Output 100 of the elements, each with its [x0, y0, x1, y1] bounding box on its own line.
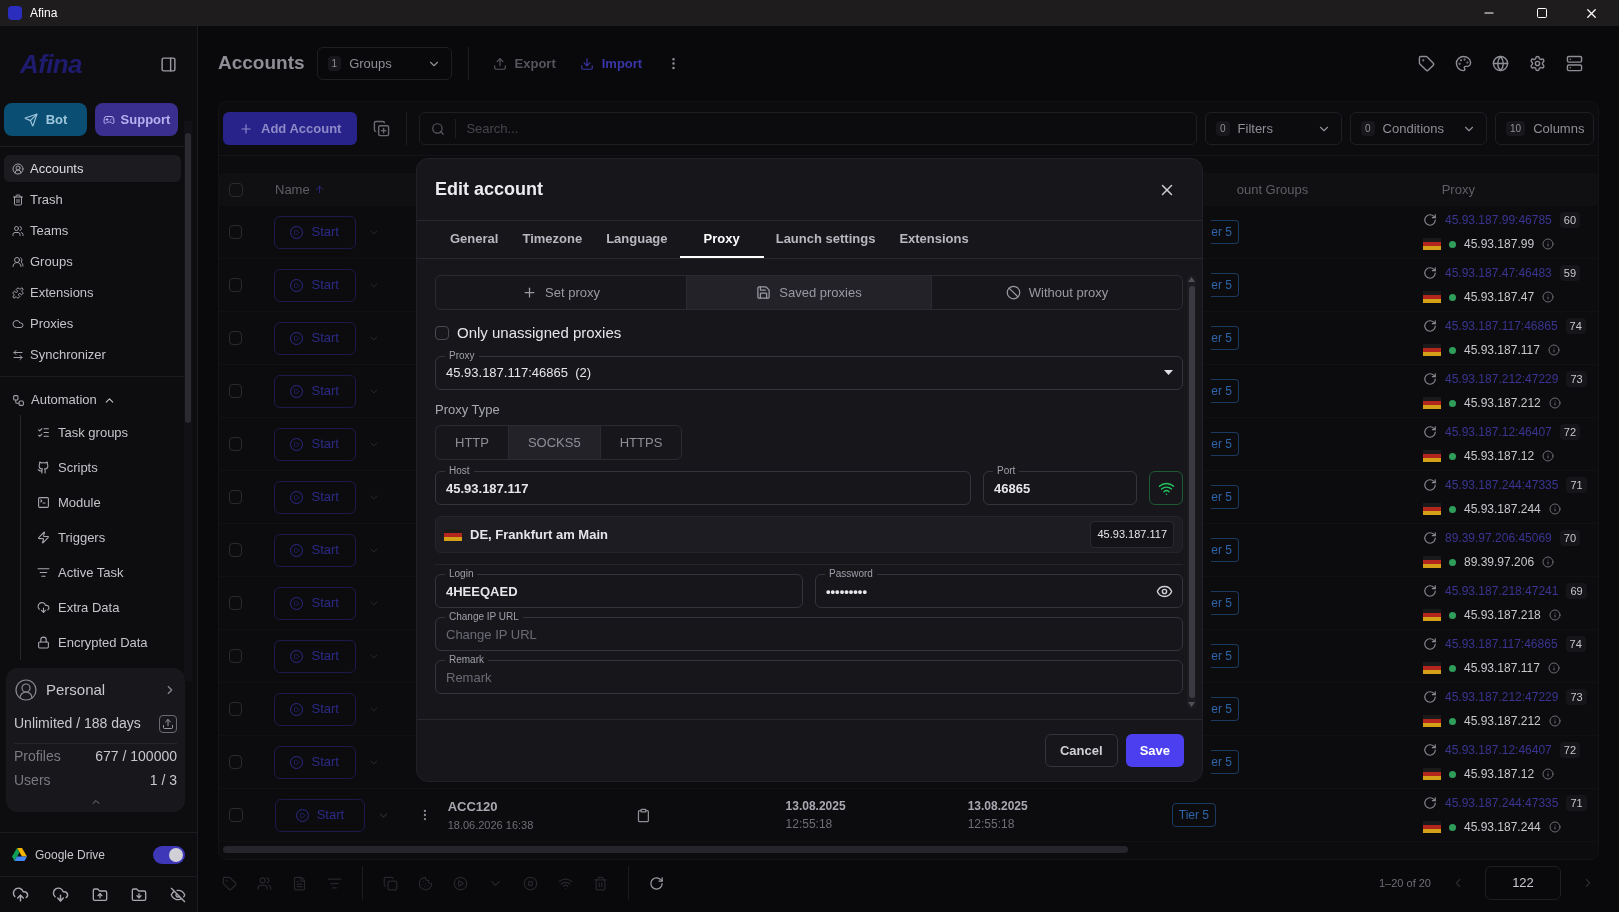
filter-select[interactable]: 0 Conditions [1350, 112, 1487, 145]
info-icon[interactable] [1548, 715, 1561, 727]
filter-select[interactable]: 0 Filters [1205, 112, 1342, 145]
proxy-type-option[interactable]: HTTP [436, 426, 508, 459]
column-header[interactable]: ount Groups [1236, 179, 1442, 200]
nav-item[interactable]: Proxies [4, 310, 181, 337]
checkbox[interactable] [229, 331, 242, 345]
info-icon[interactable] [1542, 291, 1555, 303]
scroll-down-icon[interactable] [1188, 702, 1195, 707]
nav-item[interactable]: Extensions [4, 279, 181, 306]
checkbox[interactable] [229, 225, 242, 239]
palette-icon[interactable] [1455, 55, 1472, 72]
refresh-icon[interactable] [1423, 690, 1437, 704]
refresh-icon[interactable] [1423, 478, 1437, 492]
only-unassigned-checkbox[interactable]: Only unassigned proxies [435, 322, 622, 345]
dialog-tab[interactable]: Launch settings [763, 221, 888, 258]
drive-toggle[interactable] [153, 845, 185, 864]
refresh-icon[interactable] [1423, 425, 1437, 439]
nav-item[interactable]: Task groups [37, 415, 185, 450]
globe-icon[interactable] [1492, 55, 1509, 72]
refresh-icon[interactable] [1423, 372, 1437, 386]
support-button[interactable]: Support [95, 103, 178, 136]
checkbox[interactable] [229, 808, 243, 822]
checkbox[interactable] [229, 702, 242, 716]
proxy-mode-tab[interactable]: Set proxy [436, 276, 686, 309]
refresh-icon[interactable] [1423, 743, 1437, 757]
cancel-button[interactable]: Cancel [1045, 734, 1118, 767]
checkbox[interactable] [229, 384, 242, 398]
nav-item[interactable]: Teams [4, 217, 181, 244]
checkbox[interactable] [229, 649, 242, 663]
nav-item[interactable]: Encrypted Data [37, 625, 185, 660]
search-field[interactable]: Search... [419, 112, 1197, 145]
check-proxy-button[interactable] [1149, 471, 1183, 505]
dialog-tab[interactable]: Language [594, 221, 680, 258]
info-icon[interactable] [1542, 768, 1555, 780]
column-header[interactable]: Name [275, 179, 325, 200]
info-icon[interactable] [1548, 609, 1561, 621]
nav-item[interactable]: Groups [4, 248, 181, 275]
settings-icon[interactable] [1529, 55, 1546, 72]
checkbox[interactable] [229, 182, 243, 197]
save-button[interactable]: Save [1125, 734, 1184, 767]
checkbox[interactable] [229, 755, 242, 769]
nav-item[interactable]: Trash [4, 186, 181, 213]
proxy-mode-tab[interactable]: Without proxy [931, 276, 1182, 309]
upgrade-icon[interactable] [159, 714, 177, 733]
folder-download-icon[interactable] [130, 886, 147, 903]
info-icon[interactable] [1547, 344, 1560, 356]
nav-item[interactable]: Synchronizer [4, 341, 181, 368]
folder-upload-icon[interactable] [91, 886, 108, 903]
info-icon[interactable] [1542, 238, 1555, 250]
nav-item[interactable]: Extra Data [37, 590, 185, 625]
info-icon[interactable] [1548, 821, 1561, 833]
scrollbar[interactable] [1187, 275, 1196, 709]
dialog-tab[interactable]: General [438, 221, 511, 258]
dialog-tab[interactable]: Extensions [887, 221, 981, 258]
refresh-icon[interactable] [1423, 584, 1437, 598]
proxy-type-option[interactable]: SOCKS5 [507, 426, 600, 459]
refresh-icon[interactable] [1423, 266, 1437, 280]
info-icon[interactable] [1548, 503, 1561, 515]
page-field[interactable]: 122 [1485, 866, 1561, 900]
dialog-tab[interactable]: Proxy [679, 221, 764, 258]
refresh-icon[interactable] [1423, 213, 1437, 227]
server-icon[interactable] [1566, 55, 1583, 72]
refresh-icon[interactable] [649, 875, 664, 891]
cloud-download-icon[interactable] [51, 886, 69, 903]
refresh-icon[interactable] [1423, 637, 1437, 651]
tag-icon[interactable] [1418, 55, 1435, 72]
refresh-icon[interactable] [1423, 319, 1437, 333]
scroll-up-icon[interactable] [1188, 277, 1195, 282]
proxy-mode-tab[interactable]: Saved proxies [686, 276, 931, 309]
info-icon[interactable] [1548, 397, 1561, 409]
proxy-type-option[interactable]: HTTPS [599, 426, 682, 459]
bot-button[interactable]: Bot [4, 103, 87, 136]
checkbox[interactable] [229, 490, 242, 504]
scrollbar[interactable] [184, 121, 192, 681]
add-account-button[interactable]: Add Account [223, 112, 358, 145]
automation-toggle[interactable]: Automation [0, 385, 185, 415]
info-icon[interactable] [1542, 450, 1555, 462]
checkbox[interactable] [229, 437, 242, 451]
nav-item[interactable]: Active Task [37, 555, 185, 590]
maximize-icon[interactable] [1536, 7, 1548, 19]
cloud-upload-icon[interactable] [11, 886, 29, 903]
dialog-tab[interactable]: Timezone [510, 221, 595, 258]
eye-off-icon[interactable] [169, 886, 186, 903]
filter-select[interactable]: 10 Columns [1495, 112, 1594, 145]
nav-item[interactable]: Accounts [4, 155, 181, 182]
groups-select[interactable]: 1 Groups [316, 47, 452, 80]
checkbox[interactable] [229, 596, 242, 610]
panel-toggle-icon[interactable] [160, 56, 177, 73]
clipboard-icon[interactable] [635, 807, 651, 823]
add-group-icon[interactable] [373, 120, 391, 137]
checkbox[interactable] [229, 543, 242, 557]
nav-item[interactable]: Module [37, 485, 185, 520]
checkbox[interactable] [229, 278, 242, 292]
info-icon[interactable] [1542, 556, 1555, 568]
refresh-icon[interactable] [1423, 531, 1437, 545]
nav-item[interactable]: Triggers [37, 520, 185, 555]
refresh-icon[interactable] [1423, 796, 1437, 810]
info-icon[interactable] [1547, 662, 1560, 674]
nav-item[interactable]: Scripts [37, 450, 185, 485]
